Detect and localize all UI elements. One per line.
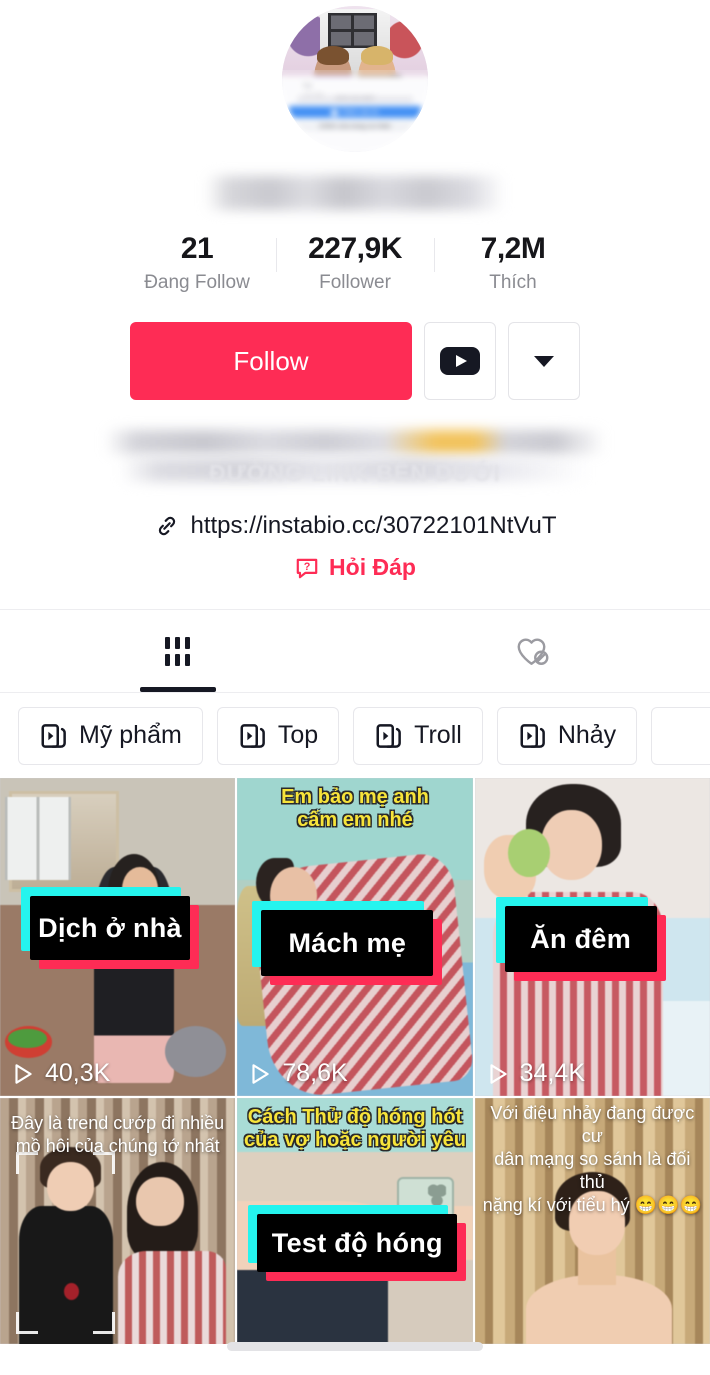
video-views: 40,3K <box>10 1059 110 1088</box>
stat-label: Đang Follow <box>144 272 250 293</box>
display-name <box>205 176 505 210</box>
video-caption: Test độ hóng <box>271 1227 443 1258</box>
stat-label: Thích <box>489 272 537 293</box>
bio-ghost-text: ĐƯỜNG LINK BÊN DƯỚI <box>209 460 501 486</box>
video-caption-box: Ăn đêm <box>495 897 666 981</box>
video-top-text: Cách Thử độ hóng hót của vợ hoặc người y… <box>244 1106 466 1151</box>
playlist-chip[interactable]: Nhảy <box>496 706 638 765</box>
video-caption: Mách mẹ <box>288 927 407 958</box>
video-top-text: Em bảo mẹ anh cấm em nhé <box>281 786 429 831</box>
stat-value: 21 <box>180 232 214 265</box>
video-views-count: 40,3K <box>45 1059 111 1087</box>
video-cell[interactable]: Đây là trend cướp đi nhiều mồ hôi của ch… <box>0 1098 236 1344</box>
heart-slash-icon <box>517 638 548 665</box>
svg-text:?: ? <box>304 561 311 573</box>
bio-line-1 <box>105 430 605 454</box>
qa-button[interactable]: ? Hỏi Đáp <box>294 554 416 581</box>
video-grid: Dịch ở nhà 40,3K Em bảo mẹ anh cấm em nh… <box>0 778 710 1344</box>
follow-button[interactable]: Follow <box>130 322 412 400</box>
tab-liked[interactable] <box>355 610 710 692</box>
video-views: 34,4K <box>485 1059 585 1088</box>
video-caption-box: Test độ hóng <box>248 1205 467 1281</box>
playlist-icon <box>240 723 265 748</box>
stat-following[interactable]: 21 Đang Follow <box>118 232 276 294</box>
link-icon <box>158 516 175 536</box>
video-caption-box: Dịch ở nhà <box>21 887 199 969</box>
stat-followers[interactable]: 227,9K Follower <box>276 232 434 294</box>
video-cell[interactable]: Dịch ở nhà 40,3K <box>0 778 236 1096</box>
stat-value: 7,2M <box>480 232 546 265</box>
tiktok-profile-screen: TO LÝ,TÀI MÀN GIA ĐẸP + Thêm vào tin Chỉ… <box>0 0 710 1375</box>
bio-link-url: https://instabio.cc/30722101NtVuT <box>190 512 557 539</box>
video-views: 78,6K <box>247 1059 348 1088</box>
stat-value: 227,9K <box>308 232 402 265</box>
playlist-chip-partial[interactable] <box>651 706 710 765</box>
youtube-link-button[interactable] <box>424 322 496 400</box>
question-bubble-icon: ? <box>296 558 318 578</box>
playlist-chip-label: Troll <box>414 721 462 749</box>
video-cell[interactable]: Em bảo mẹ anh cấm em nhé Mách mẹ 78,6K <box>237 778 473 1096</box>
more-options-button[interactable] <box>508 322 580 400</box>
play-icon <box>15 1063 32 1084</box>
video-caption: Dịch ở nhà <box>38 912 182 943</box>
bio-link[interactable]: https://instabio.cc/30722101NtVuT <box>154 512 557 540</box>
video-top-text: Với điệu nhảy đang được cư dân mạng so s… <box>482 1103 702 1216</box>
chevron-down-icon <box>534 355 554 367</box>
playlist-chip-label: Mỹ phẩm <box>79 721 182 749</box>
video-top-text: Đây là trend cướp đi nhiều mồ hôi của ch… <box>11 1113 225 1157</box>
playlist-icon <box>41 723 66 748</box>
playlist-icon <box>520 723 545 748</box>
avatar-blur-overlay <box>282 70 428 152</box>
playlist-chips[interactable]: Mỹ phẩm Top Troll Nhảy <box>0 693 710 778</box>
profile-actions: Follow <box>130 322 580 400</box>
stat-likes[interactable]: 7,2M Thích <box>434 232 592 294</box>
scroll-indicator[interactable] <box>227 1342 483 1351</box>
tab-videos[interactable] <box>0 610 355 692</box>
profile-bio: ĐƯỜNG LINK BÊN DƯỚI <box>105 430 605 494</box>
video-caption: Ăn đêm <box>530 923 632 954</box>
play-icon <box>490 1063 507 1084</box>
youtube-icon <box>440 347 480 375</box>
profile-header: TO LÝ,TÀI MÀN GIA ĐẸP + Thêm vào tin Chỉ… <box>0 0 710 581</box>
video-caption-box: Mách mẹ <box>252 901 443 985</box>
playlist-chip-label: Top <box>277 721 319 749</box>
profile-tabs <box>0 609 710 693</box>
video-cell[interactable]: Cách Thử độ hóng hót của vợ hoặc người y… <box>237 1098 473 1344</box>
playlist-chip-label: Nhảy <box>557 721 617 749</box>
playlist-chip-label <box>672 721 707 750</box>
video-views-count: 34,4K <box>519 1059 585 1087</box>
playlist-chip[interactable]: Mỹ phẩm <box>18 706 203 765</box>
playlist-chip[interactable]: Top <box>216 706 340 765</box>
video-views-count: 78,6K <box>282 1059 348 1087</box>
stat-label: Follower <box>319 272 391 293</box>
video-cell[interactable]: Với điệu nhảy đang được cư dân mạng so s… <box>474 1098 710 1344</box>
grid-icon <box>163 636 193 666</box>
profile-stats: 21 Đang Follow 227,9K Follower 7,2M Thíc… <box>118 232 592 294</box>
playlist-icon <box>376 723 401 748</box>
avatar[interactable]: TO LÝ,TÀI MÀN GIA ĐẸP + Thêm vào tin Chỉ… <box>282 6 428 152</box>
playlist-chip[interactable]: Troll <box>353 706 483 765</box>
frame-brackets-overlay <box>16 1152 116 1335</box>
video-cell[interactable]: Ăn đêm 34,4K <box>474 778 710 1096</box>
play-icon <box>252 1063 269 1084</box>
qa-label: Hỏi Đáp <box>329 554 416 580</box>
